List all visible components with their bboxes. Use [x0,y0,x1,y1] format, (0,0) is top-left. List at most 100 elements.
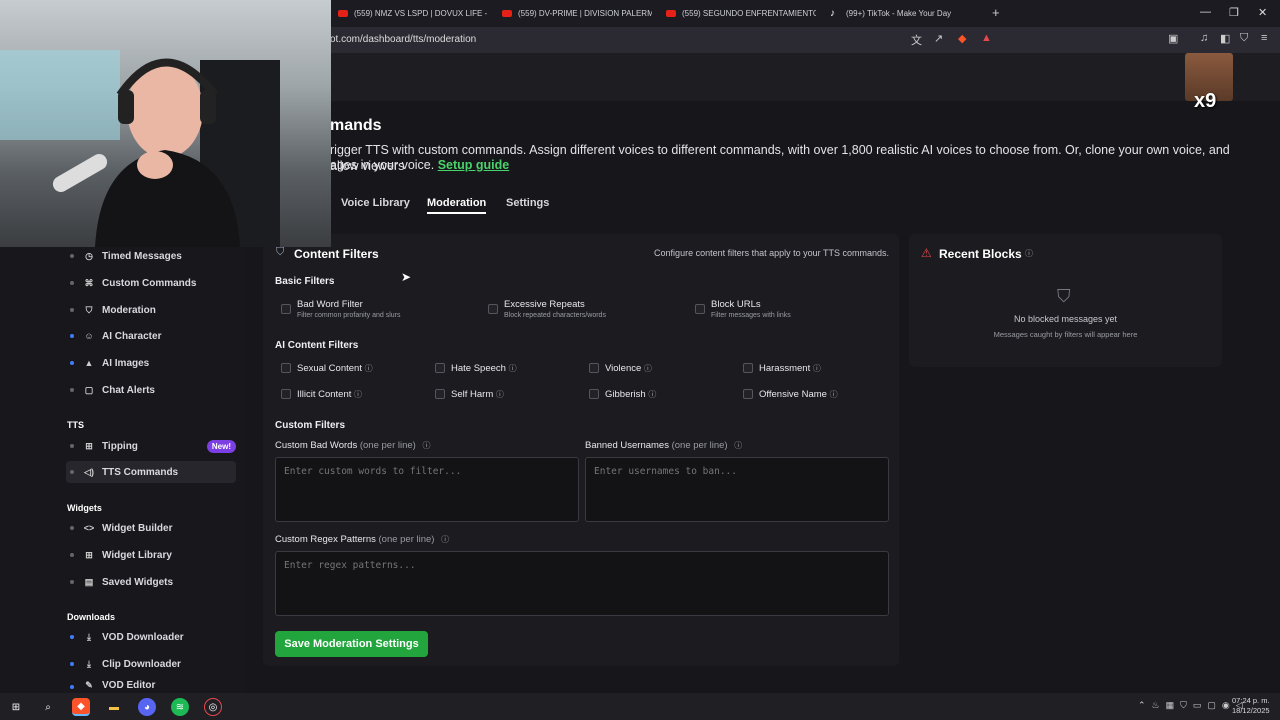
harassment-checkbox[interactable] [743,363,753,373]
sidebar-item-vod-editor[interactable]: ✎ VOD Editor [66,680,236,693]
tab-label: (559) NMZ VS LSPD | DOVUX LIFE - Y [354,9,488,18]
file-explorer-icon[interactable]: ▬ [105,698,123,716]
sidebar-item-saved-widgets[interactable]: ▤ Saved Widgets [66,571,236,593]
info-icon[interactable]: ⓘ [830,390,838,399]
close-icon[interactable]: ✕ [1258,6,1267,19]
custom-regex-input[interactable] [275,551,889,616]
sidebar-section-widgets: Widgets [67,503,102,513]
banned-usernames-input[interactable] [585,457,889,522]
no-blocks-message: No blocked messages yet [1013,314,1118,324]
sidebar-item-moderation[interactable]: ⛉ Moderation [66,299,236,321]
sidebar-item-custom-commands[interactable]: ⌘ Custom Commands [66,272,236,294]
tab-settings[interactable]: Settings [506,197,549,209]
field-label-suffix: (one per line) [378,534,435,545]
field-label-text: Custom Regex Patterns [275,534,376,545]
bullet-dot [70,334,74,338]
youtube-icon [502,10,512,17]
new-tab-button[interactable]: + [992,5,1000,20]
block-urls-hint: Filter messages with links [711,312,791,319]
offensive-name-checkbox[interactable] [743,389,753,399]
info-icon[interactable]: ⓘ [354,390,362,399]
illicit-content-checkbox[interactable] [281,389,291,399]
gibberish-label: Gibberish ⓘ [605,389,656,400]
tab-label: (559) DV-PRIME | DIVISION PALERMO [518,9,652,18]
sidebar-item-clip-downloader[interactable]: ⤓ Clip Downloader [66,653,236,675]
new-badge: New! [206,439,236,453]
translate-icon[interactable]: 文 [911,32,922,48]
custom-filters-heading: Custom Filters [275,420,346,431]
custom-bad-words-input[interactable] [275,457,579,522]
sidebar-item-ai-character[interactable]: ☺ AI Character [66,325,236,347]
share-icon[interactable]: ↗ [934,32,943,45]
sidebar-item-widget-builder[interactable]: <> Widget Builder [66,517,236,539]
spotify-icon[interactable]: ≋ [171,698,189,716]
menu-icon[interactable]: ≡ [1261,32,1267,44]
browser-tab-1[interactable]: (559) NMZ VS LSPD | DOVUX LIFE - Y [338,0,488,27]
info-icon[interactable]: ⓘ [496,390,504,399]
ai-filters-heading: AI Content Filters [275,340,359,351]
bad-word-filter-checkbox[interactable] [281,304,291,314]
sidebar-item-ai-images[interactable]: ▲ AI Images [66,352,236,374]
search-icon[interactable]: ⌕ [39,698,57,716]
reader-icon[interactable]: ▣ [1168,32,1178,45]
taskbar-clock[interactable]: 07:24 p. m. 18/12/2025 [1232,696,1270,716]
info-icon[interactable]: ⓘ [365,364,373,373]
browser-tab-4[interactable]: ♪ (99+) TikTok - Make Your Day [830,0,980,27]
info-icon[interactable]: ⓘ [644,364,652,373]
save-moderation-settings-button[interactable]: Save Moderation Settings [275,631,428,657]
windows-start-icon[interactable]: ⊞ [7,698,25,716]
top-nav-strip [330,53,1280,101]
sidebar-item-label: Timed Messages [102,250,182,262]
sidebar-item-label: Moderation [102,304,156,316]
tab-moderation[interactable]: Moderation [427,197,487,214]
gibberish-checkbox[interactable] [589,389,599,399]
bullet-dot [70,685,74,689]
youtube-icon [666,10,676,17]
violence-checkbox[interactable] [589,363,599,373]
illicit-content-label: Illicit Content ⓘ [297,389,362,400]
browser-tab-3[interactable]: (559) SEGUNDO ENFRENTAMIENTO [666,0,816,27]
user-icon: ☺ [84,331,94,341]
self-harm-checkbox[interactable] [435,389,445,399]
url-field[interactable]: ot.com/dashboard/tts/moderation [330,34,476,45]
sidebar-item-widget-library[interactable]: ⊞ Widget Library [66,544,236,566]
sidebar-item-chat-alerts[interactable]: ▢ Chat Alerts [66,379,236,401]
sexual-content-checkbox[interactable] [281,363,291,373]
info-icon[interactable]: ⓘ [509,364,517,373]
excessive-repeats-checkbox[interactable] [488,304,498,314]
media-icon[interactable]: ♫ [1200,32,1208,44]
sidebar-item-tipping[interactable]: ⊞ Tipping New! [66,435,236,457]
sidebar-item-tts-commands[interactable]: ◁) TTS Commands [66,461,236,483]
brave-browser-icon[interactable]: ◆ [72,698,90,716]
rewards-icon[interactable]: ▲ [981,32,992,44]
filter-label-text: Illicit Content [297,389,352,400]
block-urls-checkbox[interactable] [695,304,705,314]
filter-label-text: Hate Speech [451,363,506,374]
info-icon[interactable]: ⓘ [734,441,742,450]
brave-shield-icon[interactable]: ◆ [958,32,966,45]
bullet-dot [70,470,74,474]
info-icon[interactable]: ⓘ [1025,248,1033,259]
sidebar-item-label: AI Images [102,357,150,369]
setup-guide-link[interactable]: Setup guide [438,158,510,172]
bad-word-filter-label: Bad Word Filter [297,299,363,310]
vpn-icon[interactable]: ⛉ [1240,32,1248,45]
minimize-icon[interactable]: — [1200,6,1211,18]
sidebar-item-vod-downloader[interactable]: ⤓ VOD Downloader [66,626,236,648]
tab-voice-library[interactable]: Voice Library [341,197,410,209]
bad-word-filter-hint: Filter common profanity and slurs [297,312,401,319]
restore-icon[interactable]: ❐ [1229,6,1239,19]
browser-tab-2[interactable]: (559) DV-PRIME | DIVISION PALERMO [502,0,652,27]
info-icon[interactable]: ⓘ [441,535,449,544]
grid-icon: ⊞ [85,549,93,560]
obs-icon[interactable]: ◎ [204,698,222,716]
sidebar-item-label: Widget Builder [102,522,173,534]
info-icon[interactable]: ⓘ [813,364,821,373]
info-icon[interactable]: ⓘ [422,441,430,450]
sidebar-item-timed-messages[interactable]: ◷ Timed Messages [66,245,236,267]
hate-speech-checkbox[interactable] [435,363,445,373]
no-blocks-hint: Messages caught by filters will appear h… [993,330,1138,339]
info-icon[interactable]: ⓘ [648,390,656,399]
discord-icon[interactable]: ◕ [138,698,156,716]
sidebar-toggle-icon[interactable]: ◧ [1220,32,1230,45]
